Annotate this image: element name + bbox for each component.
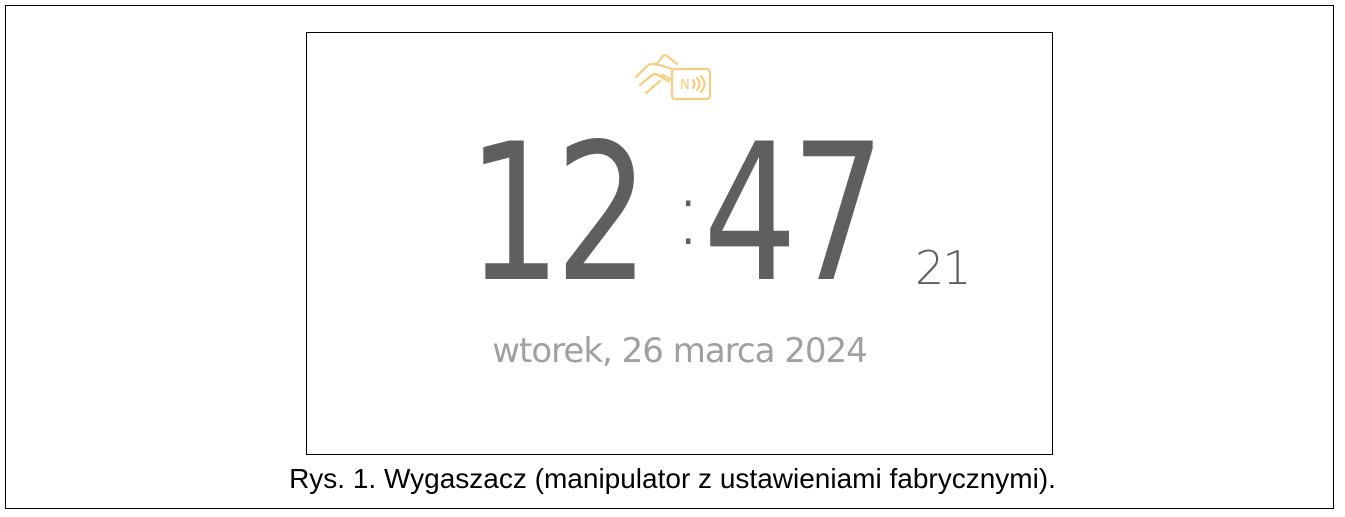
clock-hours: 12 bbox=[467, 103, 649, 324]
date-label: wtorek, 26 marca 2024 bbox=[492, 331, 868, 371]
clock-separator: : bbox=[673, 161, 704, 266]
card-reader-icon: N bbox=[634, 54, 712, 101]
keypad-screensaver-screen[interactable]: N 12 : 47 21 wtorek, 26 marca 2024 bbox=[306, 32, 1053, 455]
clock: 12 : 47 21 bbox=[467, 103, 987, 324]
clock-seconds: 21 bbox=[915, 241, 972, 295]
figure-frame: N 12 : 47 21 wtorek, 26 marca 2024 bbox=[5, 5, 1334, 509]
svg-text:N: N bbox=[680, 78, 690, 93]
figure-caption: Rys. 1. Wygaszacz (manipulator z ustawie… bbox=[289, 463, 1056, 494]
clock-minutes: 47 bbox=[703, 103, 885, 324]
